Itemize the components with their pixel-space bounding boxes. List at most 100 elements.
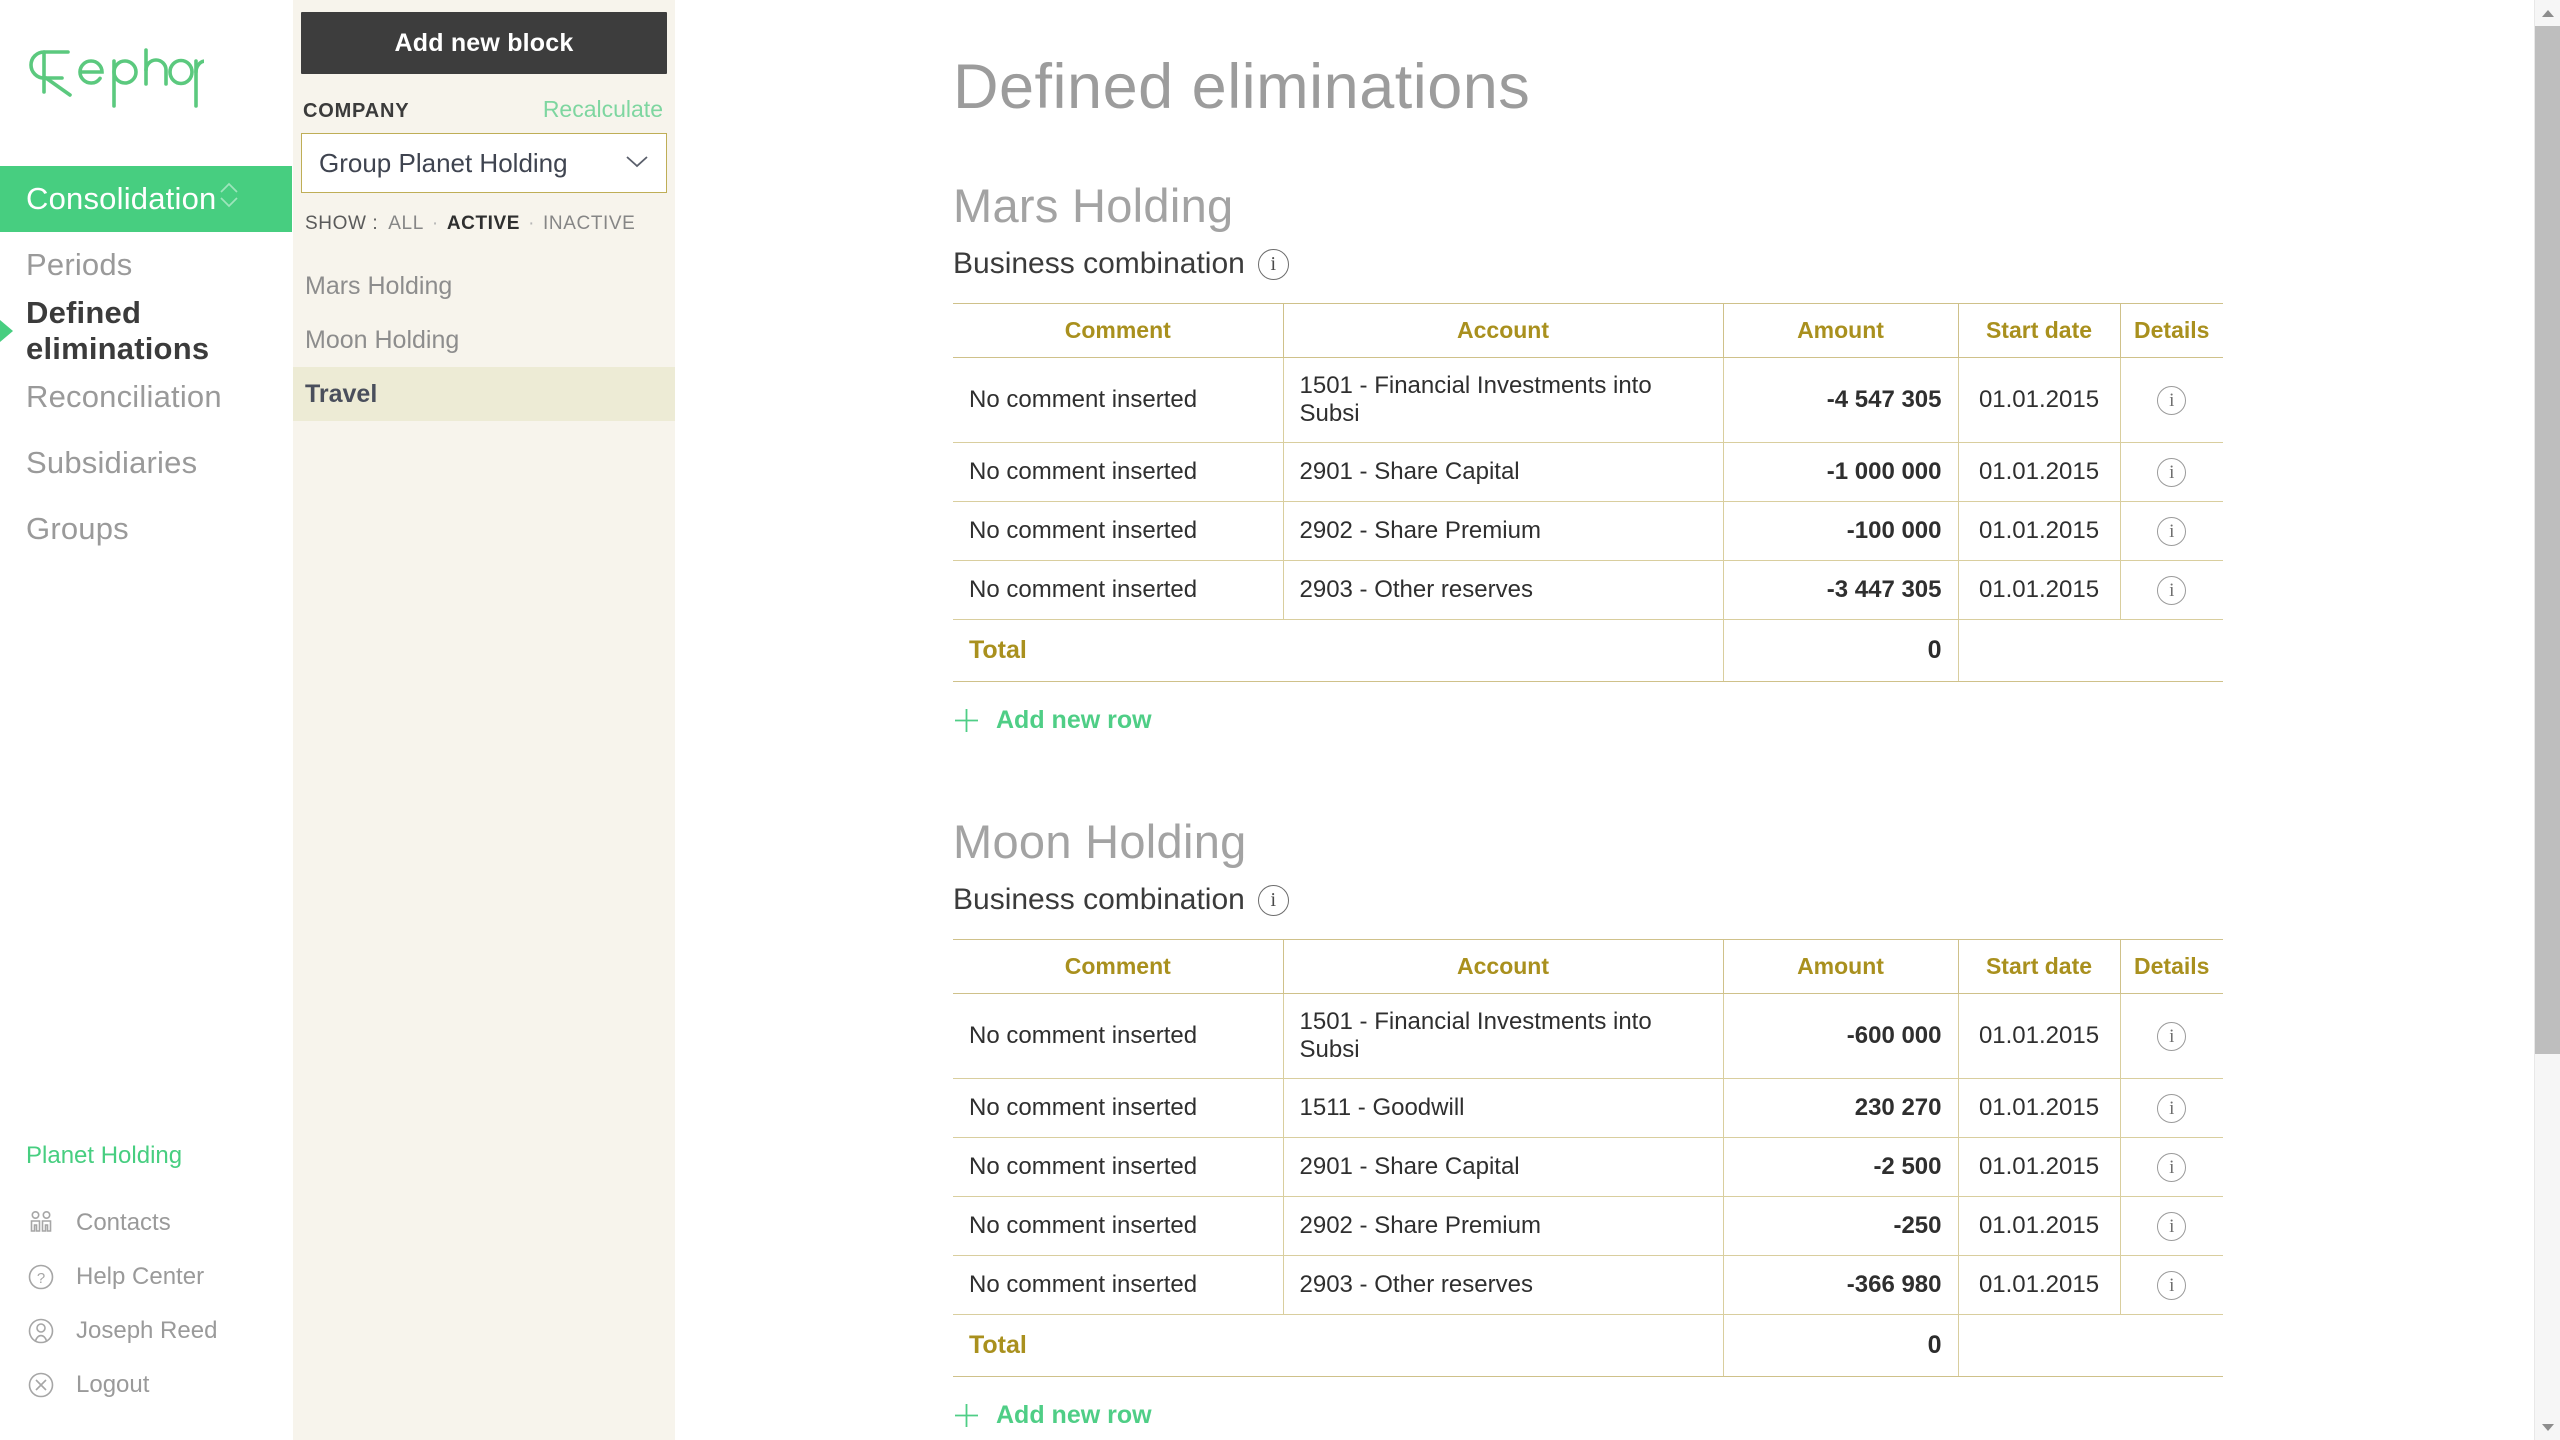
svg-text:?: ?	[37, 1270, 45, 1287]
info-circle-icon[interactable]: i	[2157, 1153, 2186, 1182]
info-circle-icon[interactable]: i	[2157, 386, 2186, 415]
info-circle-icon[interactable]: i	[2157, 1271, 2186, 1300]
column-header-start-date[interactable]: Start date	[1958, 304, 2120, 358]
cell-comment[interactable]: No comment inserted	[953, 1256, 1283, 1315]
scroll-up-arrow-icon[interactable]	[2535, 0, 2560, 26]
cell-comment[interactable]: No comment inserted	[953, 443, 1283, 502]
column-header-comment[interactable]: Comment	[953, 304, 1283, 358]
table-total-row: Total 0	[953, 1315, 2223, 1377]
cell-start-date[interactable]: 01.01.2015	[1958, 502, 2120, 561]
column-header-start-date[interactable]: Start date	[1958, 940, 2120, 994]
info-circle-icon[interactable]: i	[2157, 1094, 2186, 1123]
table-row[interactable]: No comment inserted 1511 - Goodwill 230 …	[953, 1079, 2223, 1138]
cell-account[interactable]: 2901 - Share Capital	[1283, 443, 1723, 502]
cell-comment[interactable]: No comment inserted	[953, 994, 1283, 1079]
block-item-moon-holding[interactable]: Moon Holding	[293, 313, 675, 367]
sidebar-item-subsidiaries[interactable]: Subsidiaries	[0, 430, 292, 496]
add-new-row-button[interactable]: Add new row	[953, 1401, 1152, 1430]
table-row[interactable]: No comment inserted 2902 - Share Premium…	[953, 1197, 2223, 1256]
block-item-mars-holding[interactable]: Mars Holding	[293, 259, 675, 313]
sidebar-item-consolidation[interactable]: Consolidation	[0, 166, 292, 232]
cell-amount[interactable]: -100 000	[1723, 502, 1958, 561]
cell-start-date[interactable]: 01.01.2015	[1958, 1138, 2120, 1197]
cell-start-date[interactable]: 01.01.2015	[1958, 1197, 2120, 1256]
recalculate-link[interactable]: Recalculate	[543, 96, 663, 123]
info-circle-icon[interactable]: i	[1258, 249, 1289, 280]
cell-comment[interactable]: No comment inserted	[953, 358, 1283, 443]
table-row[interactable]: No comment inserted 2901 - Share Capital…	[953, 1138, 2223, 1197]
cell-comment[interactable]: No comment inserted	[953, 502, 1283, 561]
cell-account[interactable]: 2903 - Other reserves	[1283, 1256, 1723, 1315]
column-header-details[interactable]: Details	[2120, 940, 2223, 994]
info-circle-icon[interactable]: i	[2157, 1022, 2186, 1051]
cell-comment[interactable]: No comment inserted	[953, 1138, 1283, 1197]
sidebar-item-defined-eliminations[interactable]: Defined eliminations	[0, 298, 292, 364]
cell-start-date[interactable]: 01.01.2015	[1958, 358, 2120, 443]
vertical-scrollbar[interactable]	[2534, 0, 2560, 1440]
cell-start-date[interactable]: 01.01.2015	[1958, 443, 2120, 502]
cell-amount[interactable]: -1 000 000	[1723, 443, 1958, 502]
show-filter-all[interactable]: ALL	[388, 213, 424, 235]
info-circle-icon[interactable]: i	[2157, 1212, 2186, 1241]
sidebar-item-user-profile[interactable]: Joseph Reed	[0, 1304, 293, 1358]
scrollbar-thumb[interactable]	[2535, 26, 2560, 1054]
table-row[interactable]: No comment inserted 2901 - Share Capital…	[953, 443, 2223, 502]
sidebar-item-contacts[interactable]: Contacts	[0, 1196, 293, 1250]
table-row[interactable]: No comment inserted 1501 - Financial Inv…	[953, 994, 2223, 1079]
chevron-down-icon[interactable]	[624, 153, 650, 174]
table-row[interactable]: No comment inserted 2903 - Other reserve…	[953, 561, 2223, 620]
table-row[interactable]: No comment inserted 2902 - Share Premium…	[953, 502, 2223, 561]
cell-start-date[interactable]: 01.01.2015	[1958, 561, 2120, 620]
show-filter-inactive[interactable]: INACTIVE	[543, 213, 635, 235]
cell-comment[interactable]: No comment inserted	[953, 1079, 1283, 1138]
cell-amount[interactable]: 230 270	[1723, 1079, 1958, 1138]
cell-amount[interactable]: -600 000	[1723, 994, 1958, 1079]
block-item-travel[interactable]: Travel	[293, 367, 675, 421]
column-header-account[interactable]: Account	[1283, 304, 1723, 358]
column-header-comment[interactable]: Comment	[953, 940, 1283, 994]
show-filter-active[interactable]: ACTIVE	[447, 213, 520, 235]
info-circle-icon[interactable]: i	[2157, 517, 2186, 546]
column-header-account[interactable]: Account	[1283, 940, 1723, 994]
cell-details: i	[2120, 502, 2223, 561]
sidebar-item-reconciliation[interactable]: Reconciliation	[0, 364, 292, 430]
cell-comment[interactable]: No comment inserted	[953, 1197, 1283, 1256]
column-header-details[interactable]: Details	[2120, 304, 2223, 358]
sidebar-item-help-center[interactable]: ? Help Center	[0, 1250, 293, 1304]
cell-comment[interactable]: No comment inserted	[953, 561, 1283, 620]
sidebar-item-logout[interactable]: Logout	[0, 1358, 293, 1412]
chevron-updown-icon[interactable]	[218, 179, 240, 219]
column-header-amount[interactable]: Amount	[1723, 304, 1958, 358]
sidebar-item-periods[interactable]: Periods	[0, 232, 292, 298]
add-new-row-button[interactable]: Add new row	[953, 706, 1152, 735]
cell-start-date[interactable]: 01.01.2015	[1958, 1079, 2120, 1138]
cell-details: i	[2120, 561, 2223, 620]
info-circle-icon[interactable]: i	[2157, 458, 2186, 487]
sidebar-item-groups[interactable]: Groups	[0, 496, 292, 562]
cell-account[interactable]: 2903 - Other reserves	[1283, 561, 1723, 620]
info-circle-icon[interactable]: i	[1258, 885, 1289, 916]
add-new-block-button[interactable]: Add new block	[301, 12, 667, 74]
cell-account[interactable]: 2901 - Share Capital	[1283, 1138, 1723, 1197]
cell-account[interactable]: 2902 - Share Premium	[1283, 502, 1723, 561]
table-row[interactable]: No comment inserted 2903 - Other reserve…	[953, 1256, 2223, 1315]
cell-account[interactable]: 1501 - Financial Investments into Subsi	[1283, 358, 1723, 443]
column-header-amount[interactable]: Amount	[1723, 940, 1958, 994]
scroll-down-arrow-icon[interactable]	[2535, 1414, 2560, 1440]
total-blank	[1958, 1315, 2223, 1377]
cell-amount[interactable]: -3 447 305	[1723, 561, 1958, 620]
cell-amount[interactable]: -250	[1723, 1197, 1958, 1256]
sidebar-util-label: Help Center	[76, 1263, 204, 1291]
rephop-logo[interactable]	[0, 0, 292, 148]
table-row[interactable]: No comment inserted 1501 - Financial Inv…	[953, 358, 2223, 443]
cell-account[interactable]: 1511 - Goodwill	[1283, 1079, 1723, 1138]
cell-amount[interactable]: -366 980	[1723, 1256, 1958, 1315]
cell-account[interactable]: 2902 - Share Premium	[1283, 1197, 1723, 1256]
cell-account[interactable]: 1501 - Financial Investments into Subsi	[1283, 994, 1723, 1079]
company-select[interactable]: Group Planet Holding	[301, 133, 667, 193]
cell-amount[interactable]: -2 500	[1723, 1138, 1958, 1197]
cell-start-date[interactable]: 01.01.2015	[1958, 1256, 2120, 1315]
cell-start-date[interactable]: 01.01.2015	[1958, 994, 2120, 1079]
info-circle-icon[interactable]: i	[2157, 576, 2186, 605]
cell-amount[interactable]: -4 547 305	[1723, 358, 1958, 443]
